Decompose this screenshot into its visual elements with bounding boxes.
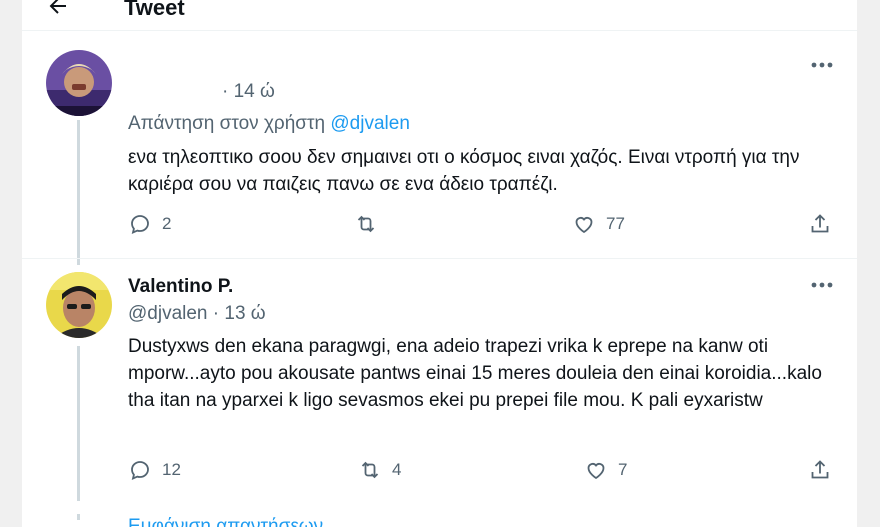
divider [22,258,857,259]
more-icon[interactable] [811,282,833,288]
retweet-button[interactable]: 4 [358,458,401,482]
tweet-actions: 2 77 [128,212,840,240]
like-icon [575,217,593,234]
tweet-meta: · 14 ώ [222,81,275,102]
show-replies-link[interactable]: Εμφάνιση απαντήσεων [128,516,323,527]
like-count: 77 [606,214,625,233]
reply-to-line: Απάντηση στον χρήστη @djvalen [128,113,410,135]
tweet-text: ενα τηλεοπτικο σοου δεν σημαινει οτι ο κ… [128,147,800,195]
like-icon [587,463,605,480]
tweet-meta: @djvalen · 13 ώ [128,303,266,324]
handle[interactable]: @djvalen [128,303,208,324]
like-count: 7 [618,460,628,479]
share-icon [811,214,829,233]
reply-count: 2 [162,214,172,233]
retweet-count: 4 [392,460,402,479]
tweet-time[interactable]: 14 ώ [234,81,275,102]
tweet-time[interactable]: 13 ώ [224,303,265,324]
retweet-icon [357,215,375,233]
share-button[interactable] [808,458,832,482]
more-icon[interactable] [811,62,833,68]
share-button[interactable] [808,212,832,236]
reply-icon [131,215,149,235]
reply-to-label: Απάντηση στον χρήστη [128,113,326,134]
like-button[interactable]: 7 [584,458,627,482]
display-name[interactable]: Valentino P. [128,276,233,298]
retweet-icon [361,461,379,479]
page-header: Tweet [22,0,857,22]
thread-line [77,120,80,265]
like-button[interactable]: 77 [572,212,625,236]
tweet-page: Tweet · 14 ώ Απάντηση στον χρήστη @djval… [22,0,857,527]
retweet-button[interactable] [354,212,388,236]
thread-continuation [77,514,80,520]
page-title: Tweet [124,0,185,20]
reply-count: 12 [162,460,181,479]
avatar[interactable] [46,272,112,338]
reply-button[interactable]: 2 [128,212,171,236]
share-icon [811,460,829,479]
divider [22,30,857,31]
back-arrow-icon[interactable] [46,0,70,18]
avatar[interactable] [46,50,112,116]
tweet-text: Dustyxws den ekana paragwgi, ena adeio t… [128,336,822,411]
reply-to-mention[interactable]: @djvalen [330,113,410,134]
tweet-actions: 12 4 7 [128,458,840,486]
reply-button[interactable]: 12 [128,458,181,482]
thread-line [77,346,80,501]
reply-icon [131,461,149,481]
